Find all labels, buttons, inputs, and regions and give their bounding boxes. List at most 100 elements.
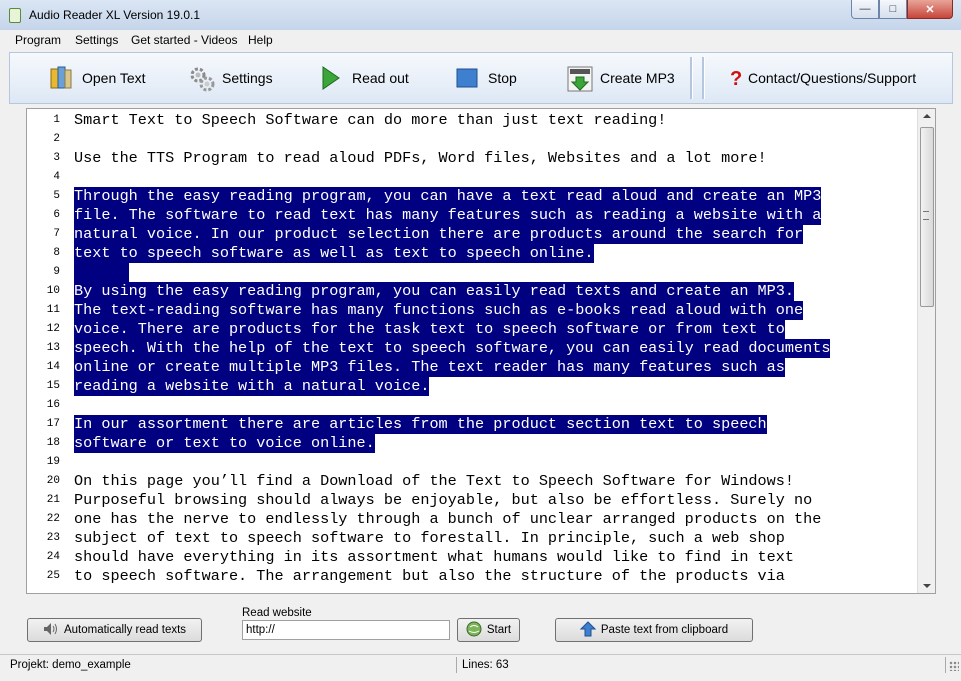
books-icon (48, 65, 74, 91)
line-number: 7 (53, 228, 60, 240)
app-icon (9, 8, 21, 23)
scroll-up-icon[interactable] (923, 114, 931, 118)
line-number: 8 (53, 247, 60, 259)
line-number: 6 (53, 209, 60, 221)
line-number: 18 (46, 437, 60, 449)
start-button[interactable]: Start (457, 618, 520, 642)
open-text-label: Open Text (82, 70, 146, 86)
line-text: By using the easy reading program, you c… (74, 282, 795, 301)
paste-clipboard-label: Paste text from clipboard (600, 624, 729, 636)
arrow-up-icon (579, 620, 597, 640)
stop-label: Stop (488, 70, 517, 86)
line-text: reading a website with a natural voice. (74, 377, 430, 396)
read-website-label: Read website (242, 607, 312, 619)
open-text-button[interactable]: Open Text (48, 63, 146, 93)
line-text: The text-reading software has many funct… (74, 301, 804, 320)
auto-read-label: Automatically read texts (63, 624, 187, 636)
editor-line: 10 By using the easy reading program, you… (27, 282, 917, 301)
auto-read-button[interactable]: Automatically read texts (27, 618, 202, 642)
line-number: 24 (46, 551, 60, 563)
window-title: Audio Reader XL Version 19.0.1 (29, 8, 201, 22)
toolbar: Open Text Settings Read out Stop Create … (9, 52, 953, 104)
editor-line: 5 Through the easy reading program, you c… (27, 187, 917, 206)
line-number: 19 (46, 456, 60, 468)
speaker-icon (43, 622, 59, 639)
globe-icon (466, 621, 482, 640)
editor-line: 20 On this page you’ll find a Download of… (27, 472, 917, 491)
line-text: speech. With the help of the text to spe… (74, 339, 831, 358)
line-text: In our assortment there are articles fro… (74, 415, 767, 434)
editor-line: 24 should have everything in its assortme… (27, 548, 917, 567)
paste-clipboard-button[interactable]: Paste text from clipboard (555, 618, 753, 642)
create-mp3-label: Create MP3 (600, 70, 675, 86)
line-text: subject of text to speech software to fo… (74, 529, 785, 547)
settings-button[interactable]: Settings (188, 63, 273, 93)
play-icon (318, 65, 344, 91)
status-divider (945, 657, 946, 673)
editor-line: 13 speech. With the help of the text to s… (27, 339, 917, 358)
editor-line: 11 The text-reading software has many fun… (27, 301, 917, 320)
line-number: 5 (53, 190, 60, 202)
editor-line: 6 file. The software to read text has man… (27, 206, 917, 225)
line-number: 9 (53, 266, 60, 278)
create-mp3-button[interactable]: Create MP3 (566, 63, 675, 93)
editor-line: 18 software or text to voice online. (27, 434, 917, 453)
resize-grip-icon[interactable] (949, 661, 959, 671)
status-bar: Projekt: demo_example Lines: 63 (0, 654, 961, 675)
line-text: to speech software. The arrangement but … (74, 567, 785, 585)
status-divider (456, 657, 457, 673)
line-number: 10 (46, 285, 60, 297)
menu-help[interactable]: Help (248, 33, 273, 47)
minimize-button[interactable]: — (851, 0, 879, 19)
website-url-input[interactable] (242, 620, 450, 640)
vertical-scrollbar[interactable] (917, 109, 935, 593)
menu-settings[interactable]: Settings (75, 33, 118, 47)
toolbar-separator (702, 57, 705, 99)
line-text: voice. There are products for the task t… (74, 320, 785, 339)
question-icon: ? (728, 65, 744, 91)
line-text: On this page you’ll find a Download of t… (74, 472, 795, 490)
line-number: 14 (46, 361, 60, 373)
contact-support-label: Contact/Questions/Support (748, 70, 917, 86)
line-number: 11 (46, 304, 60, 316)
line-number: 4 (53, 171, 60, 183)
contact-support-button[interactable]: ? Contact/Questions/Support (728, 63, 916, 93)
line-text: natural voice. In our product selection … (74, 225, 804, 244)
line-text: text to speech software as well as text … (74, 244, 594, 263)
editor-line: 17 In our assortment there are articles f… (27, 415, 917, 434)
maximize-button[interactable]: □ (879, 0, 907, 19)
line-text: one has the nerve to endlessly through a… (74, 510, 822, 528)
line-number: 25 (46, 570, 60, 582)
line-text: Purposeful browsing should always be enj… (74, 491, 813, 509)
line-text: Smart Text to Speech Software can do mor… (74, 111, 667, 129)
editor-line: 7 natural voice. In our product selection… (27, 225, 917, 244)
download-news-icon (566, 65, 593, 92)
gear-icon (188, 65, 215, 92)
toolbar-separator (690, 57, 693, 99)
close-button[interactable]: ✕ (907, 0, 953, 19)
editor-line: 21 Purposeful browsing should always be e… (27, 491, 917, 510)
menu-get-started-videos[interactable]: Get started - Videos (131, 33, 238, 47)
stop-button[interactable]: Stop (454, 63, 517, 93)
editor-line: 9 (27, 263, 917, 282)
read-out-button[interactable]: Read out (318, 63, 409, 93)
scrollbar-grip-icon (923, 211, 929, 220)
line-number: 1 (53, 114, 60, 126)
editor-line: 4 (27, 168, 917, 187)
line-text: Use the TTS Program to read aloud PDFs, … (74, 149, 767, 167)
editor-line: 16 (27, 396, 917, 415)
stop-icon (454, 65, 480, 91)
start-label: Start (486, 624, 512, 636)
editor-line: 22 one has the nerve to endlessly through… (27, 510, 917, 529)
editor-line: 2 (27, 130, 917, 149)
settings-label: Settings (222, 70, 273, 86)
scroll-down-icon[interactable] (923, 584, 931, 588)
editor-line: 25 to speech software. The arrangement bu… (27, 567, 917, 586)
menu-program[interactable]: Program (15, 33, 61, 47)
line-number: 15 (46, 380, 60, 392)
status-lines: Lines: 63 (462, 659, 509, 671)
editor-line: 23 subject of text to speech software to … (27, 529, 917, 548)
text-editor[interactable]: 1 Smart Text to Speech Software can do mo… (26, 108, 936, 594)
line-text (74, 263, 129, 282)
editor-line: 1 Smart Text to Speech Software can do mo… (27, 111, 917, 130)
